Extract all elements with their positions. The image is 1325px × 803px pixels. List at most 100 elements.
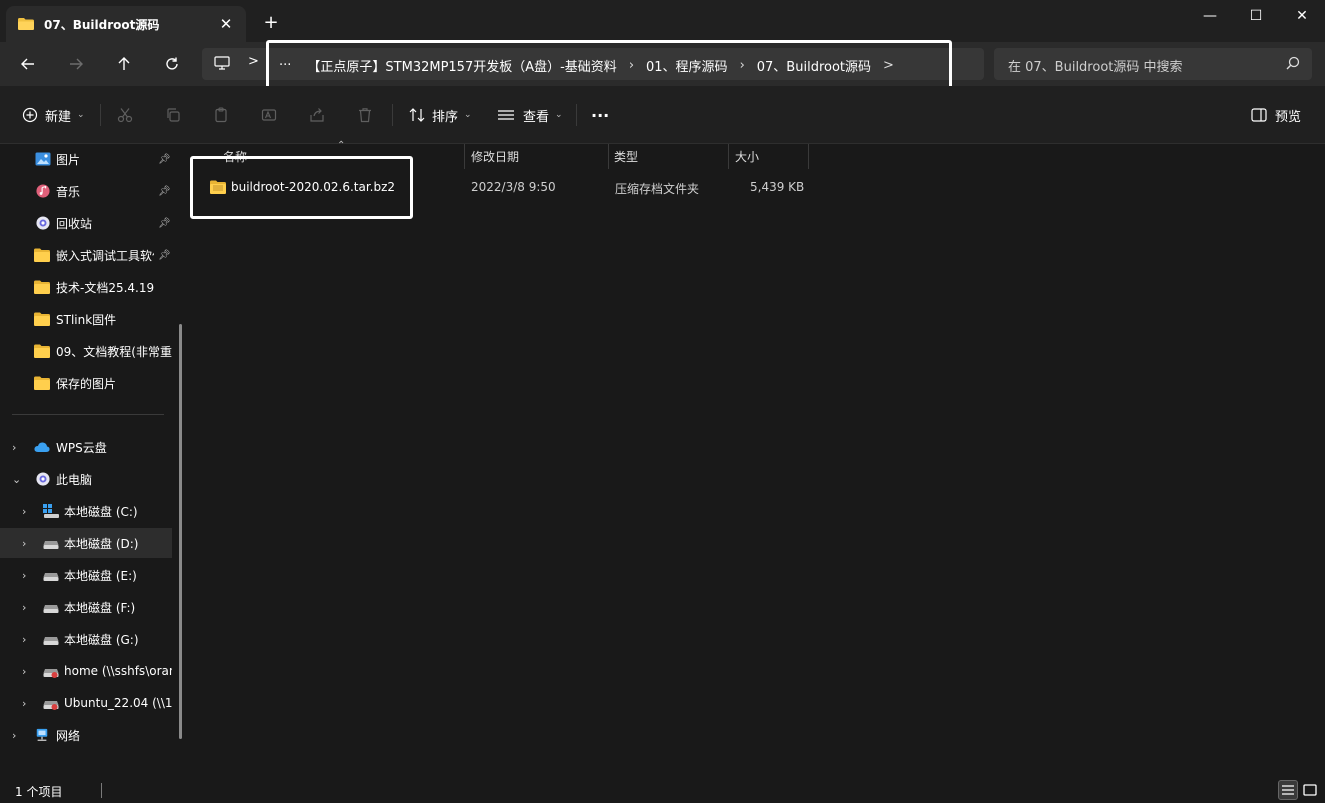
column-header-type[interactable]: 类型: [614, 144, 638, 169]
breadcrumb-separator-icon[interactable]: ›: [740, 58, 745, 73]
breadcrumb-item-root[interactable]: 【正点原子】STM32MP157开发板（A盘）-基础资料: [307, 56, 616, 75]
table-row[interactable]: buildroot-2020.02.6.tar.bz2 2022/3/8 9:5…: [204, 176, 809, 200]
sidebar-item-network[interactable]: › 网络: [0, 720, 172, 750]
chevron-right-icon[interactable]: ›: [22, 505, 26, 518]
sidebar-item-drive-c[interactable]: › 本地磁盘 (C:): [0, 496, 172, 526]
sidebar-item-drive-f[interactable]: › 本地磁盘 (F:): [0, 592, 172, 622]
back-button[interactable]: [14, 50, 42, 78]
sidebar-item-drive-d[interactable]: › 本地磁盘 (D:): [0, 528, 172, 558]
column-header-size[interactable]: 大小: [735, 144, 759, 169]
chevron-right-icon[interactable]: ›: [12, 441, 16, 454]
scissors-icon: [117, 108, 133, 123]
sidebar-item-stlink[interactable]: STlink固件: [0, 304, 172, 334]
new-button[interactable]: 新建 ⌄: [22, 104, 85, 126]
delete-button[interactable]: [357, 104, 373, 126]
sidebar-item-music[interactable]: 音乐 📌︎: [0, 176, 172, 206]
breadcrumb-trailing-chevron-icon[interactable]: >: [883, 58, 894, 73]
folder-icon: [34, 280, 50, 294]
paste-button[interactable]: [213, 104, 229, 126]
share-button[interactable]: [309, 104, 325, 126]
maximize-button[interactable]: ☐: [1233, 0, 1279, 32]
sidebar-item-pictures[interactable]: 图片 📌︎: [0, 144, 172, 174]
copy-button[interactable]: [165, 104, 181, 126]
sidebar-item-recycle-bin[interactable]: 回收站 📌︎: [0, 208, 172, 238]
column-divider[interactable]: [808, 144, 809, 169]
preview-pane-button[interactable]: 预览: [1251, 104, 1301, 126]
tiles-view-button[interactable]: [1300, 780, 1320, 800]
rename-button[interactable]: [261, 104, 277, 126]
file-size: 5,439 KB: [750, 180, 805, 194]
sort-icon: [409, 108, 425, 122]
drive-icon: [43, 637, 59, 645]
sidebar-item-drive-g[interactable]: › 本地磁盘 (G:): [0, 624, 172, 654]
details-view-button[interactable]: [1278, 780, 1298, 800]
chevron-right-icon[interactable]: ›: [22, 633, 26, 646]
divider: [101, 783, 102, 798]
column-divider[interactable]: [608, 144, 609, 169]
minimize-button[interactable]: —: [1187, 0, 1233, 32]
network-drive-icon: [43, 669, 59, 678]
status-bar: 1 个项目: [0, 778, 1325, 803]
chevron-right-icon[interactable]: ›: [22, 665, 26, 678]
file-type: 压缩存档文件夹: [615, 182, 700, 196]
new-label: 新建: [45, 109, 72, 125]
sidebar-item-this-pc[interactable]: ⌄ 此电脑: [0, 464, 172, 494]
chevron-right-icon[interactable]: ›: [12, 729, 16, 742]
sidebar-item-tech-docs[interactable]: 技术-文档25.4.19: [0, 272, 172, 302]
folder-icon: [34, 344, 50, 358]
network-drive-icon: [43, 701, 59, 710]
breadcrumb-item-buildroot[interactable]: 07、Buildroot源码: [757, 56, 871, 75]
sidebar-item-drive-e[interactable]: › 本地磁盘 (E:): [0, 560, 172, 590]
chevron-down-icon[interactable]: ⌄: [12, 473, 21, 486]
tab-current[interactable]: 07、Buildroot源码 ✕: [6, 6, 246, 42]
see-more-button[interactable]: ···: [591, 104, 609, 126]
cut-button[interactable]: [117, 104, 133, 126]
new-tab-button[interactable]: +: [260, 12, 282, 34]
sidebar-item-debug-tools[interactable]: 嵌入式调试工具软件 📌︎: [0, 240, 172, 270]
breadcrumb-item-source[interactable]: 01、程序源码: [646, 56, 728, 75]
close-window-button[interactable]: ✕: [1279, 0, 1325, 32]
breadcrumb-separator-icon[interactable]: ›: [629, 58, 634, 73]
preview-label: 预览: [1275, 109, 1302, 125]
share-icon: [310, 108, 324, 122]
column-header-modified[interactable]: 修改日期: [471, 144, 519, 169]
sidebar-item-ubuntu[interactable]: › Ubuntu_22.04 (\\192.168): [0, 688, 172, 718]
sidebar-item-label: 本地磁盘 (G:): [64, 632, 139, 647]
clipboard-icon: [215, 107, 227, 123]
chevron-right-icon[interactable]: ›: [22, 537, 26, 550]
sidebar-item-label: 嵌入式调试工具软件: [56, 248, 154, 263]
sidebar-item-saved-pictures[interactable]: 保存的图片: [0, 368, 172, 398]
file-list: ⌃ 名称 修改日期 类型 大小 buildroot-2020.02.6.tar.…: [190, 140, 1325, 774]
pin-icon: 📌︎: [158, 153, 171, 165]
refresh-button[interactable]: [158, 50, 186, 78]
cloud-icon: [34, 442, 50, 452]
view-button[interactable]: 查看 ⌄: [497, 104, 563, 126]
sidebar-item-home-sshfs[interactable]: › home (\\sshfs\orangepi): [0, 656, 172, 686]
view-label: 查看: [523, 109, 550, 125]
chevron-right-icon[interactable]: ›: [22, 569, 26, 582]
sidebar-item-label: STlink固件: [56, 312, 117, 327]
address-bar[interactable]: > ··· 【正点原子】STM32MP157开发板（A盘）-基础资料 › 01、…: [202, 40, 984, 92]
column-divider[interactable]: [728, 144, 729, 169]
column-divider[interactable]: [464, 144, 465, 169]
up-button[interactable]: [110, 50, 138, 78]
more-breadcrumbs-button[interactable]: ···: [279, 58, 291, 73]
root-chevron-icon[interactable]: >: [248, 54, 259, 69]
sort-button[interactable]: 排序 ⌄: [408, 104, 472, 126]
chevron-right-icon[interactable]: ›: [22, 697, 26, 710]
network-icon: [36, 728, 48, 741]
search-input[interactable]: 在 07、Buildroot源码 中搜索: [994, 48, 1312, 80]
trash-icon: [359, 108, 371, 123]
close-tab-icon[interactable]: ✕: [216, 14, 236, 34]
arrow-left-icon: [21, 58, 34, 70]
chevron-right-icon[interactable]: ›: [22, 601, 26, 614]
pin-icon: 📌︎: [158, 185, 171, 197]
divider: [12, 414, 164, 415]
forward-button[interactable]: [62, 50, 90, 78]
sidebar-item-tutorials[interactable]: 09、文档教程(非常重要): [0, 336, 172, 366]
pin-icon: 📌︎: [158, 217, 171, 229]
divider: [576, 104, 577, 126]
sidebar-item-label: 回收站: [56, 216, 93, 231]
sidebar-scrollbar[interactable]: [179, 324, 182, 739]
sidebar-item-wps-cloud[interactable]: › WPS云盘: [0, 432, 172, 462]
